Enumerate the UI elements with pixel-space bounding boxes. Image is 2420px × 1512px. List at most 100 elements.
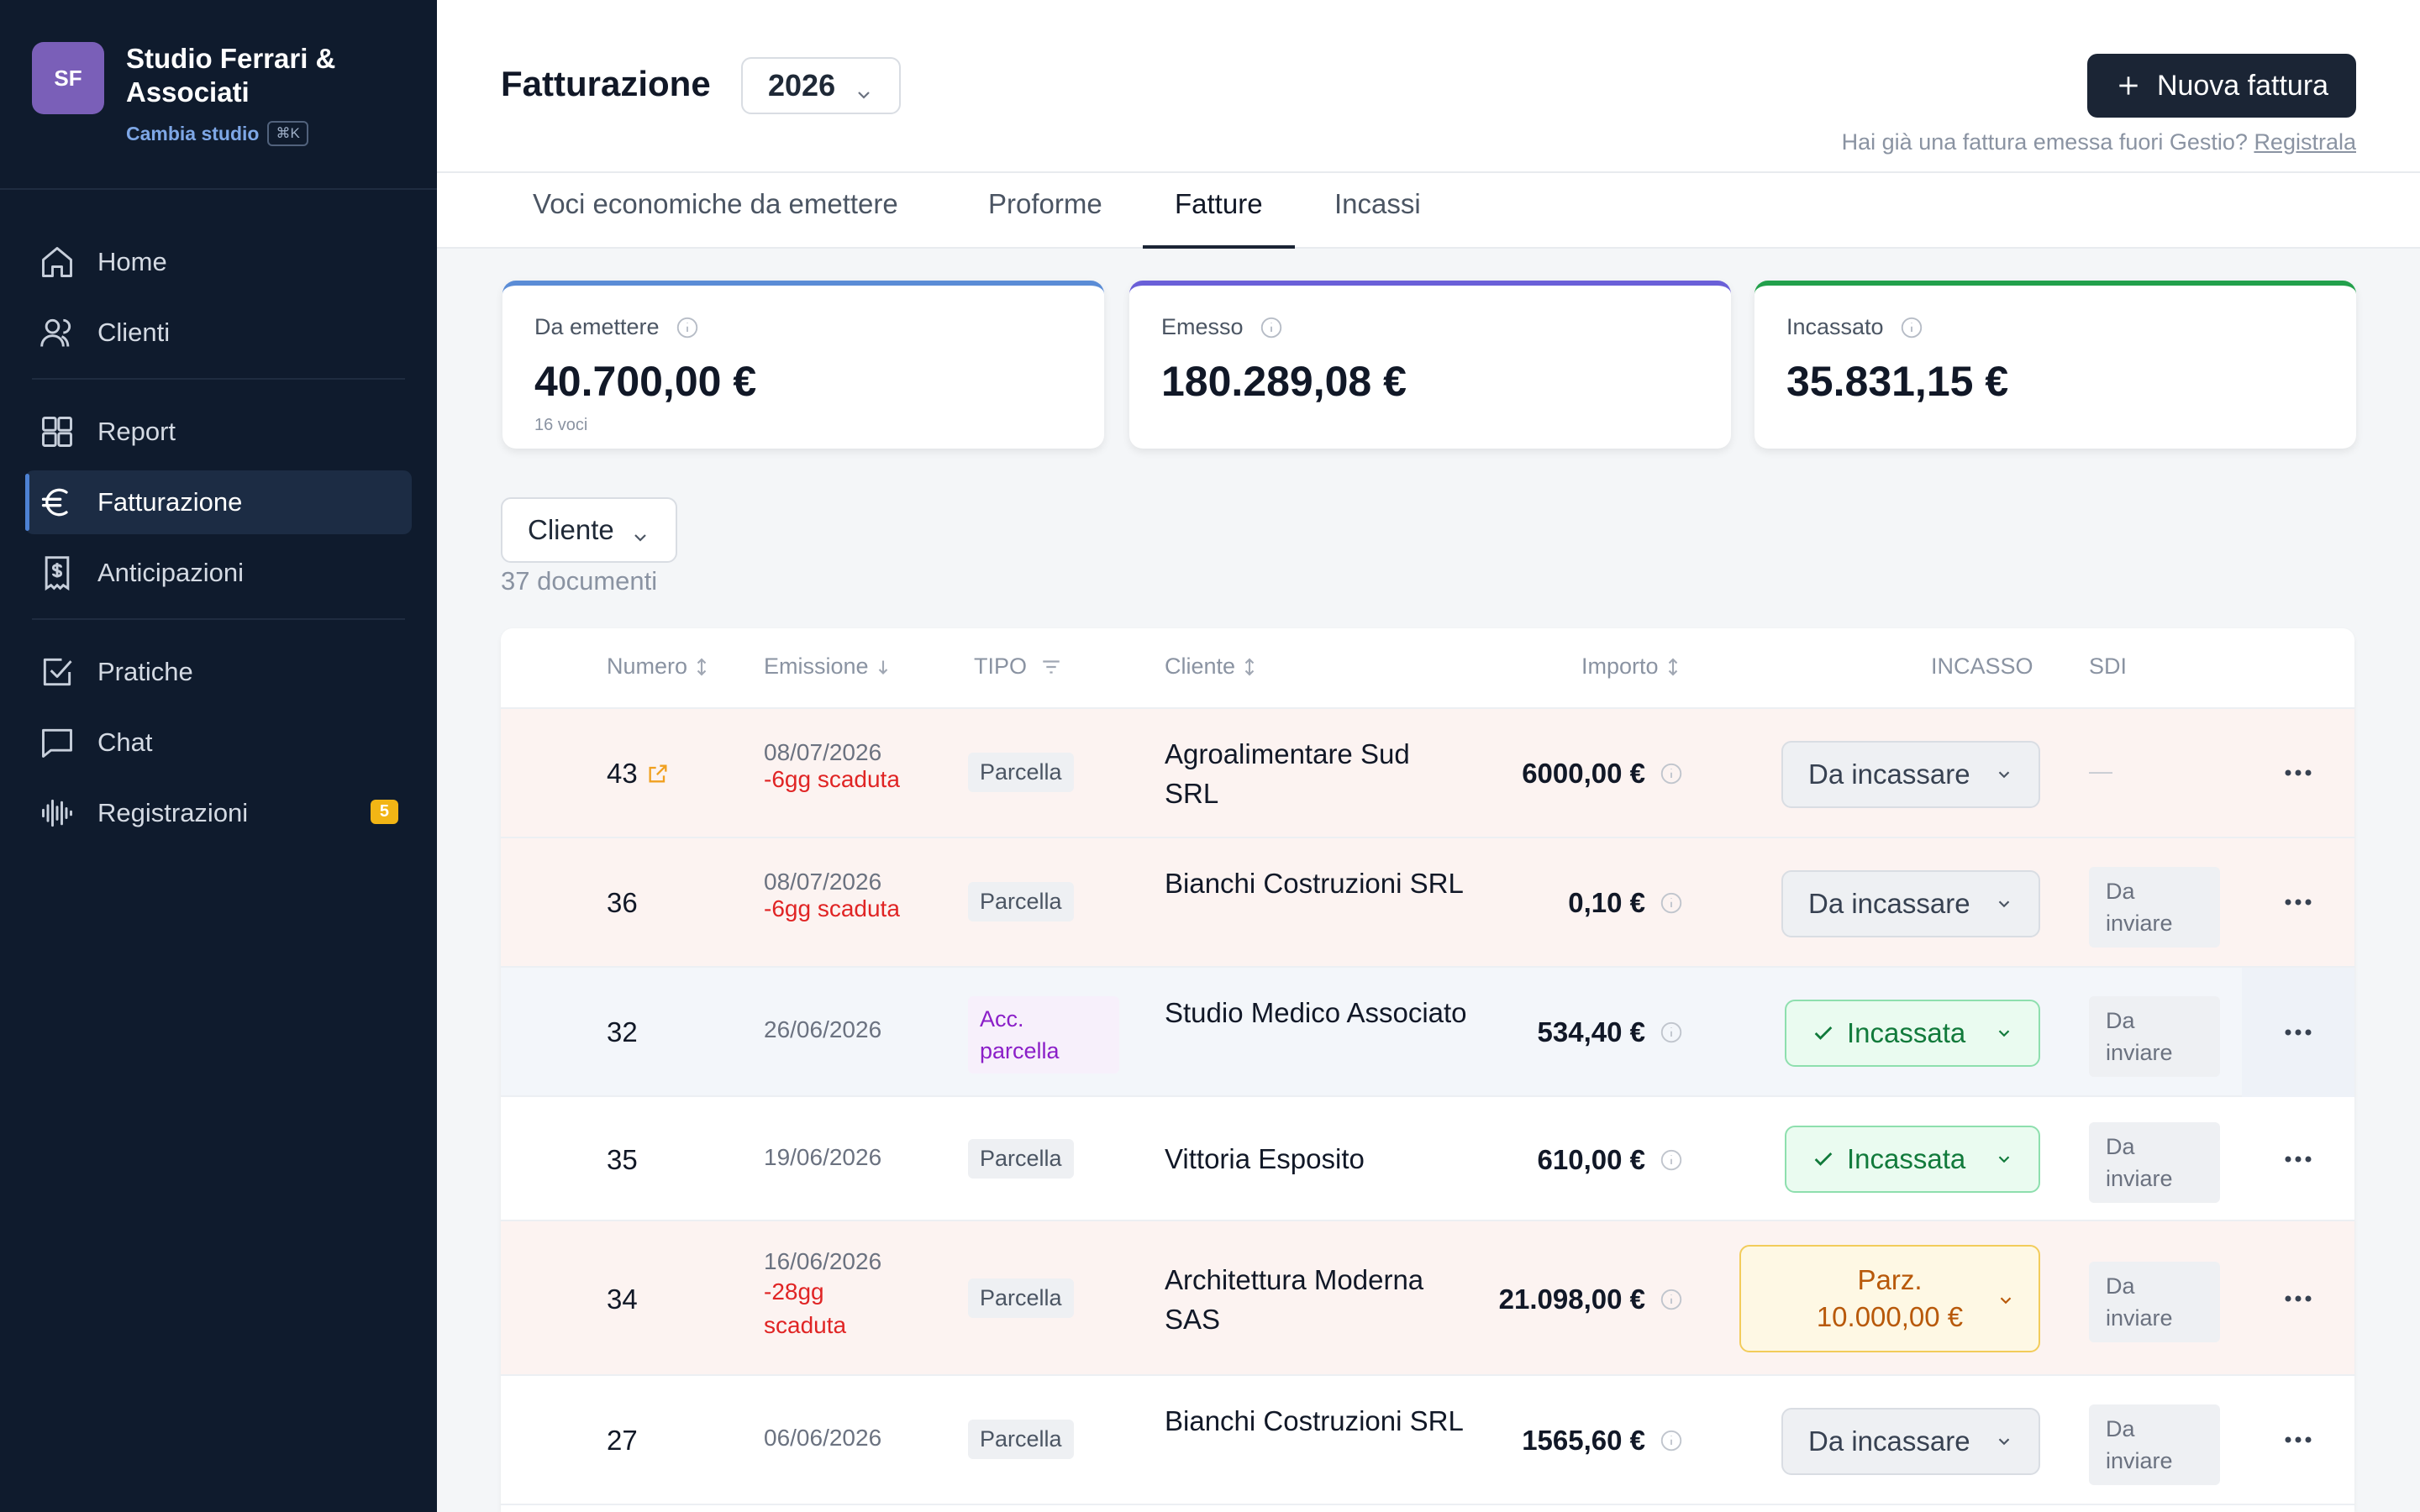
- more-icon: [2285, 899, 2312, 906]
- studio-name: Studio Ferrari & Associati: [126, 43, 336, 108]
- table-row[interactable]: 36 08/07/2026 -6gg scaduta Parcella Bian…: [501, 838, 2354, 968]
- year-select[interactable]: 2026: [741, 57, 901, 114]
- info-icon[interactable]: [1659, 1428, 1684, 1453]
- payment-status-label: Incassata: [1847, 1143, 1966, 1174]
- payment-status-select[interactable]: Da incassare: [1781, 741, 2040, 808]
- nav-label: Fatturazione: [97, 487, 243, 517]
- column-label: TIPO: [974, 654, 1028, 679]
- row-menu-button[interactable]: [2242, 1275, 2354, 1322]
- client-filter-button[interactable]: Cliente: [501, 497, 677, 563]
- amount: 0,10 €: [1568, 887, 1645, 918]
- more-icon: [2285, 769, 2312, 776]
- new-invoice-label: Nuova fattura: [2156, 69, 2329, 102]
- tab-bar: Voci economiche da emettere Proforme Fat…: [437, 173, 2420, 249]
- page-title: Fatturazione: [501, 64, 711, 103]
- nav-item-report[interactable]: Report: [25, 400, 412, 464]
- sort-icon: [694, 657, 709, 677]
- invoice-number: 36: [607, 887, 638, 918]
- issue-date: 16/06/2026: [764, 1248, 882, 1274]
- nav-item-fatturazione[interactable]: Fatturazione: [25, 470, 412, 534]
- payment-status-label: Da incassare: [1808, 1425, 1970, 1457]
- sdi-status-badge: Da inviare: [2089, 1262, 2220, 1342]
- plus-icon: [2115, 72, 2142, 99]
- payment-status-select[interactable]: Incassata: [1785, 1000, 2040, 1067]
- info-icon[interactable]: [1259, 315, 1284, 340]
- chevron-down-icon: [1996, 1291, 2015, 1310]
- sort-icon: [1665, 657, 1681, 677]
- column-header-tipo[interactable]: TIPO: [974, 654, 1062, 680]
- sort-icon: [1242, 657, 1257, 677]
- shortcut-hint: ⌘K: [267, 121, 308, 146]
- type-badge: Parcella: [968, 1278, 1074, 1318]
- tab-proforme[interactable]: Proforme: [956, 188, 1134, 249]
- client-name: Architettura Moderna SAS: [1165, 1264, 1424, 1335]
- payment-status-select[interactable]: Incassata: [1785, 1126, 2040, 1193]
- nav-item-home[interactable]: Home: [25, 230, 412, 294]
- table-row[interactable]: 32 26/06/2026 Acc. parcella Studio Medic…: [501, 968, 2354, 1097]
- info-icon[interactable]: [675, 315, 700, 340]
- info-icon[interactable]: [1659, 890, 1684, 916]
- card-label: Incassato: [1786, 314, 1884, 339]
- more-icon: [2285, 1436, 2312, 1443]
- nav-label: Chat: [97, 727, 153, 757]
- nav-item-clienti[interactable]: Clienti: [25, 301, 412, 365]
- row-menu-button[interactable]: [2242, 749, 2354, 796]
- users-icon: [37, 312, 77, 353]
- table-row[interactable]: 35 19/06/2026 Parcella Vittoria Esposito…: [501, 1097, 2354, 1221]
- new-invoice-button[interactable]: Nuova fattura: [2087, 54, 2356, 118]
- row-menu-button[interactable]: [2242, 968, 2354, 1097]
- overdue-label: -6gg scaduta: [764, 766, 900, 792]
- invoice-number: 43: [607, 758, 638, 789]
- nav-item-registrazioni[interactable]: Registrazioni 5: [25, 781, 412, 845]
- more-icon: [2285, 1156, 2312, 1163]
- nav-item-chat[interactable]: Chat: [25, 711, 412, 774]
- table-row[interactable]: 27 06/06/2026 Parcella Bianchi Costruzio…: [501, 1376, 2354, 1505]
- row-menu-button[interactable]: [2242, 879, 2354, 926]
- tab-voci-economiche[interactable]: Voci economiche da emettere: [501, 188, 930, 249]
- payment-status-label: Da incassare: [1808, 759, 1970, 790]
- nav-label: Home: [97, 247, 167, 276]
- nav-divider: [32, 378, 405, 380]
- info-icon[interactable]: [1659, 1287, 1684, 1312]
- invoice-number: 35: [607, 1144, 638, 1175]
- info-icon[interactable]: [1659, 761, 1684, 786]
- document-count: 37 documenti: [501, 566, 658, 596]
- summary-card-incassato: Incassato 35.831,15 €: [1754, 281, 2356, 449]
- payment-status-label: Incassata: [1847, 1017, 1966, 1048]
- table-row[interactable]: 43 08/07/2026 -6gg scaduta Parcella Agro…: [501, 709, 2354, 838]
- column-header-cliente[interactable]: Cliente: [1165, 654, 1257, 680]
- payment-status-select[interactable]: Da incassare: [1781, 1408, 2040, 1475]
- register-link[interactable]: Registrala: [2254, 129, 2356, 155]
- type-badge: Parcella: [968, 882, 1074, 921]
- change-studio-link[interactable]: Cambia studio: [126, 123, 259, 145]
- column-header-emissione[interactable]: Emissione: [764, 654, 891, 680]
- external-link-icon[interactable]: [646, 762, 670, 785]
- issue-date: 19/06/2026: [764, 1144, 882, 1170]
- client-name: Bianchi Costruzioni SRL: [1165, 868, 1464, 899]
- info-icon[interactable]: [1899, 315, 1924, 340]
- card-label: Da emettere: [534, 314, 660, 339]
- column-header-numero[interactable]: Numero: [607, 654, 709, 680]
- sort-down-icon: [876, 657, 891, 677]
- chevron-down-icon: [1995, 1024, 2013, 1042]
- column-label: Cliente: [1165, 654, 1236, 679]
- nav-divider: [32, 618, 405, 620]
- table-row[interactable]: 34 16/06/2026 -28gg scaduta Parcella Arc…: [501, 1221, 2354, 1376]
- tab-fatture[interactable]: Fatture: [1143, 188, 1295, 249]
- row-menu-button[interactable]: [2242, 1416, 2354, 1463]
- info-icon[interactable]: [1659, 1020, 1684, 1045]
- checkbox-icon: [37, 652, 77, 692]
- tab-incassi[interactable]: Incassi: [1302, 188, 1453, 249]
- column-header-importo[interactable]: Importo: [1581, 654, 1681, 680]
- row-menu-button[interactable]: [2242, 1136, 2354, 1183]
- overdue-label: -28gg scaduta: [764, 1278, 847, 1338]
- studio-switcher[interactable]: SF Studio Ferrari & Associati Cambia stu…: [0, 0, 437, 190]
- payment-status-select[interactable]: Parz. 10.000,00 €: [1739, 1245, 2040, 1352]
- info-icon[interactable]: [1659, 1147, 1684, 1173]
- nav-item-anticipazioni[interactable]: Anticipazioni: [25, 541, 412, 605]
- invoice-number: 27: [607, 1425, 638, 1456]
- amount: 610,00 €: [1537, 1144, 1645, 1175]
- receipt-icon: [37, 553, 77, 593]
- payment-status-select[interactable]: Da incassare: [1781, 870, 2040, 937]
- nav-item-pratiche[interactable]: Pratiche: [25, 640, 412, 704]
